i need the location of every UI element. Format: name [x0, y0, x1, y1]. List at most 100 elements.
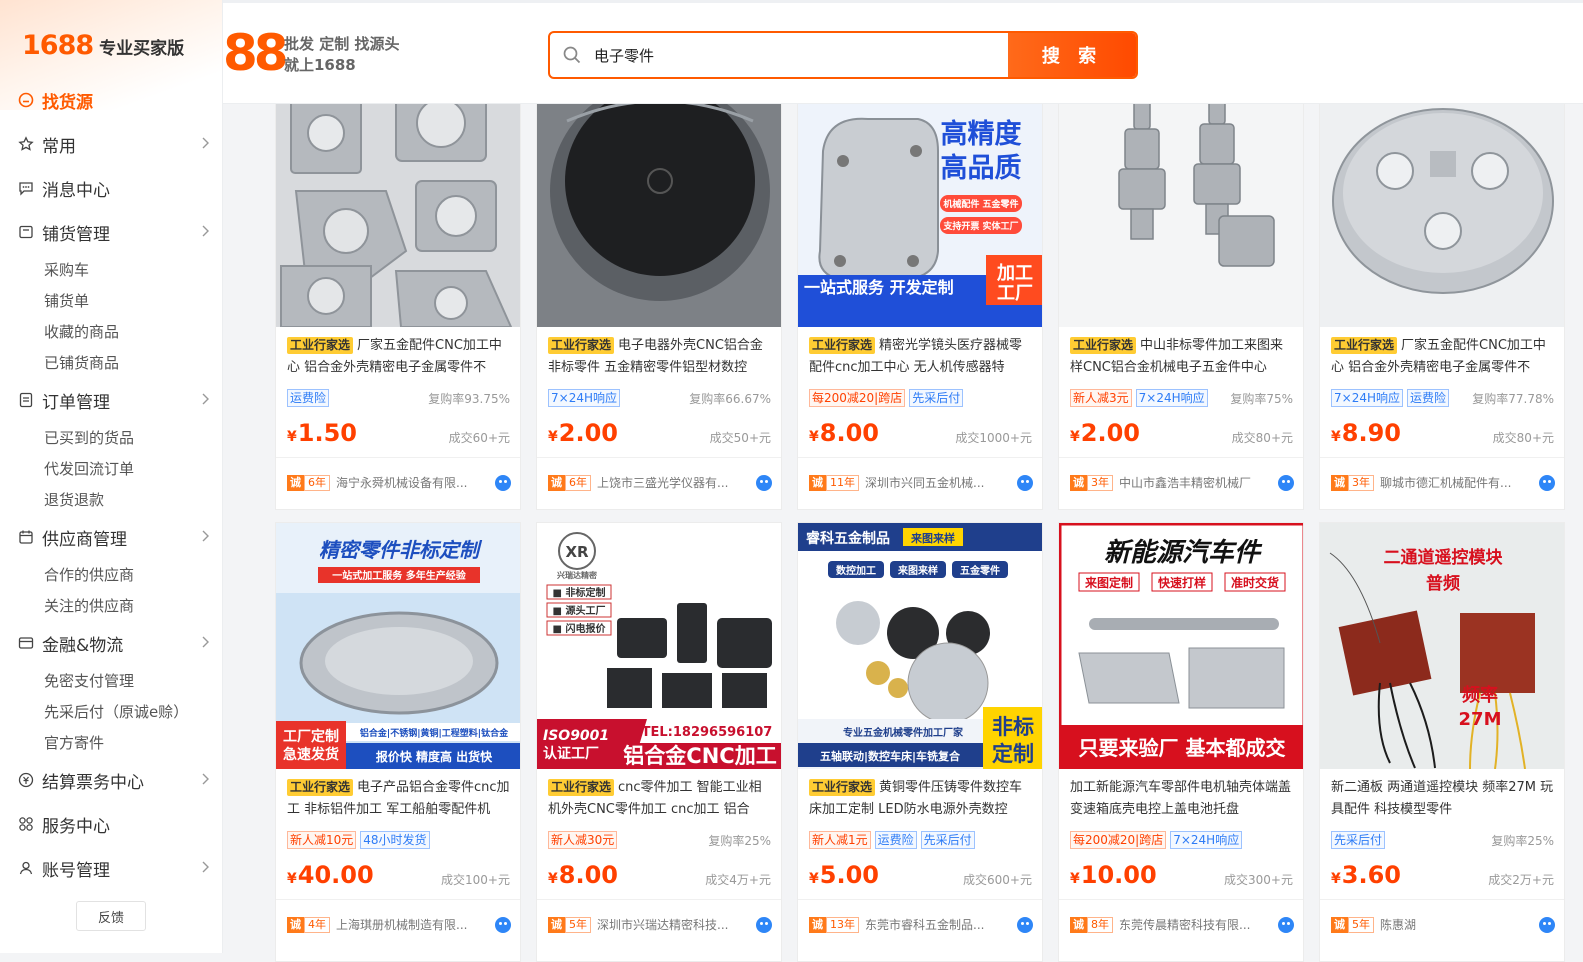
wangwang-chat-icon[interactable] [1278, 474, 1294, 491]
sidebar-item-messages[interactable]: 消息中心 [0, 166, 222, 210]
product-tags: 新人减10元 48小时发货 [287, 830, 430, 850]
product-title[interactable]: 工业行家选 电子产品铝合金零件cnc加工 非标铝件加工 军工船舶零配件机 [287, 777, 513, 821]
sidebar-item-account[interactable]: 账号管理 [0, 846, 222, 890]
product-tag: 运费险 [874, 831, 917, 849]
product-card[interactable]: 精密零件非标定制 一站式加工服务 多年生产经验 工厂定制 急速发货 铝合金|不锈钢… [275, 522, 521, 962]
supplier-row[interactable]: 诚 13年 东莞市睿科五金制品... [809, 916, 1033, 933]
product-image[interactable]: 二通道遥控模块 普频 频率 27M [1320, 523, 1564, 769]
wangwang-chat-icon[interactable] [756, 474, 772, 491]
wangwang-chat-icon[interactable] [756, 916, 772, 933]
sidebar-item-label: 结算票务中心 [42, 772, 144, 793]
sidebar-item-suppliers[interactable]: 供应商管理 [0, 515, 222, 559]
supplier-row[interactable]: 诚 3年 中山市鑫浩丰精密机械厂 [1070, 474, 1294, 491]
currency-symbol: ¥ [287, 429, 297, 445]
sidebar-item-finance[interactable]: 金融&物流 [0, 621, 222, 665]
product-tag: 新人减1元 [809, 831, 871, 849]
search-input[interactable] [594, 33, 1008, 77]
product-image[interactable]: XR 兴瑞达精密 ■ 非标定制 ■ 源头工厂 ■ 闪电报价 ISO9001 认证工… [537, 523, 781, 769]
wangwang-chat-icon[interactable] [1539, 916, 1555, 933]
supplier-row[interactable]: 诚 5年 陈惠湖 [1331, 916, 1555, 933]
wangwang-chat-icon[interactable] [1017, 916, 1033, 933]
product-card[interactable]: 数控车床加工 高精度 高品质 机械配件 五金零件 支持开票 实体工厂 一站式服务… [797, 100, 1043, 510]
document-icon [18, 392, 34, 408]
sidebar-sub-official-shipping[interactable]: 官方寄件 [0, 727, 222, 758]
product-price: ¥3.60 [1331, 861, 1401, 889]
product-card[interactable]: 工业行家选 中山非标零件加工来图来样CNC铝合金机械电子五金件中心 新人减3元 7×… [1058, 100, 1304, 510]
product-title[interactable]: 工业行家选 cnc零件加工 智能工业相机外壳CNC零件加工 cnc加工 铝合 [548, 777, 774, 821]
price-value: 8.00 [558, 861, 618, 889]
wangwang-chat-icon[interactable] [1539, 474, 1555, 491]
product-tag: 7×24H响应 [548, 389, 620, 407]
sidebar-sub-password-free-pay[interactable]: 免密支付管理 [0, 665, 222, 696]
supplier-row[interactable]: 诚 6年 海宁永舜机械设备有限... [287, 474, 511, 491]
product-tags: 7×24H响应 运费险 [1331, 388, 1449, 408]
supplier-row[interactable]: 诚 3年 聊城市德汇机械配件有... [1331, 474, 1555, 491]
industry-badge: 工业行家选 [287, 779, 354, 796]
product-card[interactable]: 二通道遥控模块 普频 频率 27M 新二通板 两通道遥控模块 频率27M 玩具配… [1319, 522, 1565, 962]
search-icon [550, 33, 594, 77]
product-title[interactable]: 工业行家选 中山非标零件加工来图来样CNC铝合金机械电子五金件中心 [1070, 335, 1296, 379]
sidebar-sub-refunds[interactable]: 退货退款 [0, 484, 222, 515]
sidebar-sub-bought[interactable]: 已买到的货品 [0, 422, 222, 453]
sidebar-sub-partners[interactable]: 合作的供应商 [0, 559, 222, 590]
image-overlay-text: ■ 源头工厂 [553, 604, 606, 617]
slogan-line-2: 就上1688 [284, 56, 356, 74]
product-card[interactable]: 工业行家选 厂家五金配件CNC加工中心 铝合金外壳精密电子金属零件不 运费险 复购… [275, 100, 521, 510]
wangwang-chat-icon[interactable] [1017, 474, 1033, 491]
product-title[interactable]: 工业行家选 电子电器外壳CNC铝合金非标零件 五金精密零件铝型材数控 [548, 335, 774, 379]
product-image[interactable] [1320, 101, 1564, 327]
product-image[interactable]: 睿科五金制品 来图来样 数控加工 来图来样 五金零件 专业五金机械零件加工厂家 … [798, 523, 1042, 769]
sidebar-item-billing[interactable]: 结算票务中心 [0, 758, 222, 802]
product-price: ¥40.00 [287, 861, 374, 889]
product-image[interactable] [1059, 101, 1303, 327]
product-card[interactable]: 睿科五金制品 来图来样 数控加工 来图来样 五金零件 专业五金机械零件加工厂家 … [797, 522, 1043, 962]
chengxintong-badge: 诚 [548, 474, 565, 491]
product-title[interactable]: 工业行家选 精密光学镜头医疗器械零配件cnc加工中心 无人机传感器特 [809, 335, 1035, 379]
sidebar-sub-cart[interactable]: 采购车 [0, 254, 222, 285]
brand-logo[interactable]: 88 [223, 25, 289, 81]
wangwang-chat-icon[interactable] [1278, 916, 1294, 933]
product-card[interactable]: 工业行家选 厂家五金配件CNC加工中心 铝合金外壳精密电子金属零件不 7×24H响… [1319, 100, 1565, 510]
supplier-row[interactable]: 诚 11年 深圳市兴同五金机械... [809, 474, 1033, 491]
sidebar-sub-favorites[interactable]: 收藏的商品 [0, 316, 222, 347]
search-button[interactable]: 搜 索 [1008, 33, 1136, 77]
supplier-row[interactable]: 诚 4年 上海琪册机械制造有限... [287, 916, 511, 933]
product-image[interactable] [537, 101, 781, 327]
product-image[interactable]: 数控车床加工 高精度 高品质 机械配件 五金零件 支持开票 实体工厂 一站式服务… [798, 101, 1042, 327]
sidebar-item-find-source[interactable]: 找货源 [0, 78, 222, 122]
image-overlay-text: 非标 [992, 715, 1034, 739]
sidebar-item-orders[interactable]: 订单管理 [0, 378, 222, 422]
product-title[interactable]: 工业行家选 厂家五金配件CNC加工中心 铝合金外壳精密电子金属零件不 [287, 335, 513, 379]
chengxintong-badge: 诚 [809, 474, 826, 491]
product-title[interactable]: 工业行家选 黄铜零件压铸零件数控车床加工定制 LED防水电源外壳数控 [809, 777, 1035, 821]
sidebar-item-service[interactable]: 服务中心 [0, 802, 222, 846]
product-title[interactable]: 加工新能源汽车零部件电机轴壳体端盖变速箱底壳电控上盖电池托盘 [1070, 777, 1296, 821]
feedback-button[interactable]: 反馈 [76, 901, 146, 931]
supplier-row[interactable]: 诚 5年 深圳市兴瑞达精密科技... [548, 916, 772, 933]
supplier-row[interactable]: 诚 6年 上饶市三盛光学仪器有... [548, 474, 772, 491]
product-title[interactable]: 新二通板 两通道遥控模块 频率27M 玩具配件 科技模型零件 [1331, 777, 1557, 821]
sidebar-sub-buy-now-pay-later[interactable]: 先采后付（原诚e赊） [0, 696, 222, 727]
product-card[interactable]: XR 兴瑞达精密 ■ 非标定制 ■ 源头工厂 ■ 闪电报价 ISO9001 认证工… [536, 522, 782, 962]
sidebar-sub-followed[interactable]: 关注的供应商 [0, 590, 222, 621]
sidebar-item-distribution[interactable]: 铺货管理 [0, 210, 222, 254]
supplier-row[interactable]: 诚 8年 东莞传晨精密科技有限... [1070, 916, 1294, 933]
sidebar-sub-dropship-orders[interactable]: 代发回流订单 [0, 453, 222, 484]
search-bar: 搜 索 [548, 31, 1138, 79]
sidebar-sub-distribution-list[interactable]: 铺货单 [0, 285, 222, 316]
sidebar-sub-distributed[interactable]: 已铺货商品 [0, 347, 222, 378]
wangwang-chat-icon[interactable] [495, 916, 511, 933]
image-overlay-text: 支持开票 实体工厂 [942, 220, 1018, 232]
currency-symbol: ¥ [809, 871, 819, 887]
sidebar-item-common[interactable]: 常用 [0, 122, 222, 166]
wangwang-chat-icon[interactable] [495, 474, 511, 491]
product-card[interactable]: 工业行家选 电子电器外壳CNC铝合金非标零件 五金精密零件铝型材数控 7×24H响… [536, 100, 782, 510]
image-overlay-text: 快速打样 [1158, 575, 1206, 590]
logo[interactable]: 1688 专业买家版 [22, 30, 184, 61]
product-card[interactable]: 新能源汽车件 来图定制 快速打样 准时交货 只要来验厂 基本都成交 加工新能源汽… [1058, 522, 1304, 962]
product-title[interactable]: 工业行家选 厂家五金配件CNC加工中心 铝合金外壳精密电子金属零件不 [1331, 335, 1557, 379]
product-image[interactable]: 精密零件非标定制 一站式加工服务 多年生产经验 工厂定制 急速发货 铝合金|不锈钢… [276, 523, 520, 769]
image-overlay-text: 工厂定制 [283, 728, 339, 745]
product-image[interactable]: 新能源汽车件 来图定制 快速打样 准时交货 只要来验厂 基本都成交 [1059, 523, 1303, 769]
product-image[interactable] [276, 101, 520, 327]
